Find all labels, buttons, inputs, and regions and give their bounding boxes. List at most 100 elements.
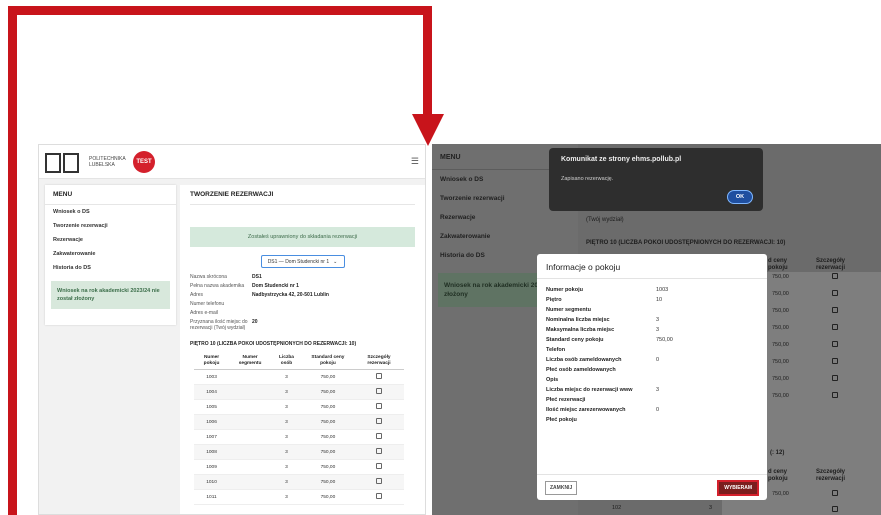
details-icon[interactable] [375, 448, 382, 454]
table-cell-persons: 3 [271, 369, 302, 385]
sidebar-item-wniosek[interactable]: Wniosek o DS [45, 205, 176, 219]
table-cell-room: 1004 [194, 384, 230, 400]
price-cell: 750,00 [772, 291, 789, 297]
details-icon[interactable] [832, 290, 838, 298]
info-row: Nazwa skrócona DS1 [190, 274, 262, 280]
field-label: Numer pokoju [546, 287, 583, 293]
details-icon[interactable] [832, 273, 838, 281]
table-row: 1006 3 750,00 [194, 414, 404, 430]
column-header: Standard ceny pokoju [301, 353, 354, 370]
details-icon[interactable] [832, 324, 838, 332]
room-number-cell: 102 [612, 505, 622, 511]
price-cell: 750,00 [772, 325, 789, 331]
details-icon[interactable] [832, 506, 838, 514]
sidebar-item-rezerwacje[interactable]: Rezerwacje [45, 233, 176, 247]
table-cell-room: 1010 [194, 474, 230, 490]
details-cell[interactable] [353, 384, 404, 400]
university-logo-icon [45, 151, 85, 173]
details-icon[interactable] [375, 388, 382, 394]
details-cell[interactable] [353, 444, 404, 460]
field-label: Numer segmentu [546, 307, 591, 313]
sidebar-item-zakwaterowanie[interactable]: Zakwaterowanie [432, 227, 578, 246]
red-arrow-line-right [423, 6, 432, 116]
details-icon[interactable] [375, 493, 382, 499]
details-icon[interactable] [375, 478, 382, 484]
table-row: 1011 3 750,00 [194, 489, 404, 505]
price-cell: 750,00 [772, 393, 789, 399]
table-row: 1005 3 750,00 [194, 399, 404, 415]
field-label: Opis [546, 377, 559, 383]
hamburger-menu-icon[interactable]: ☰ [411, 156, 419, 167]
floor-title: PIĘTRO 10 (LICZBA POKOI UDOSTĘPNIONYCH D… [586, 240, 786, 246]
success-alert: Zostałeś uprawniony do składania rezerwa… [190, 227, 415, 247]
table-cell-segment [229, 459, 272, 475]
close-button[interactable]: ZAMKNIJ [545, 480, 578, 495]
sidebar-item-historia[interactable]: Historia do DS [45, 261, 176, 275]
sidebar-menu: MENU Wniosek o DS Tworzenie rezerwacji R… [45, 185, 176, 325]
details-icon[interactable] [375, 418, 382, 424]
dormitory-info: Nazwa skrócona DS1 Pełna nazwa akademika D… [190, 274, 415, 331]
field-label: Standard ceny pokoju [546, 337, 604, 343]
right-screen: MENU Wniosek o DS Tworzenie rezerwacji R… [432, 144, 881, 515]
details-icon[interactable] [832, 490, 838, 498]
details-icon[interactable] [375, 463, 382, 469]
table-cell-persons: 3 [271, 399, 302, 415]
details-cell[interactable] [353, 399, 404, 415]
details-icon[interactable] [832, 358, 838, 366]
table-row: 1007 3 750,00 [194, 429, 404, 445]
details-cell[interactable] [353, 474, 404, 490]
price-cell: 750,00 [772, 491, 789, 497]
application-notice: Wniosek na rok akademicki 2023/24 nie zo… [51, 281, 170, 309]
sidebar-item-zakwaterowanie[interactable]: Zakwaterowanie [45, 247, 176, 261]
table-cell-room: 1003 [194, 369, 230, 385]
field-value: 3 [656, 387, 660, 393]
info-row: Numer telefonu [190, 301, 225, 307]
details-icon[interactable] [832, 341, 838, 349]
details-icon[interactable] [375, 433, 382, 439]
details-cell[interactable] [353, 369, 404, 385]
red-arrow-line-left [8, 6, 17, 515]
table-cell-price: 750,00 [301, 429, 354, 445]
table-cell-persons: 3 [271, 444, 302, 460]
app-header: POLITECHNIKA LUBELSKA TEST ☰ [39, 145, 425, 179]
table-cell-persons: 3 [271, 414, 302, 430]
select-room-button[interactable]: WYBIERAM [717, 479, 759, 496]
alert-ok-button[interactable]: OK [727, 190, 753, 204]
table-cell-room: 1006 [194, 414, 230, 430]
details-icon[interactable] [832, 392, 838, 400]
rooms-table: Numer pokoju Numer segmentu Liczba osób … [194, 353, 404, 505]
field-label: Płeć rezerwacji [546, 397, 586, 403]
details-icon[interactable] [832, 375, 838, 383]
details-cell[interactable] [353, 489, 404, 505]
table-cell-room: 1008 [194, 444, 230, 460]
modal-body: Numer pokoju 1003 Piętro 10 Numer segmentu No… [537, 279, 767, 424]
persons-cell: 3 [709, 505, 713, 511]
table-cell-price: 750,00 [301, 489, 354, 505]
details-cell[interactable] [353, 414, 404, 430]
field-value: 1003 [656, 287, 669, 293]
details-icon[interactable] [375, 403, 382, 409]
details-icon[interactable] [375, 373, 382, 379]
field-value: 0 [656, 407, 660, 413]
field-label: Liczba osób zameldowanych [546, 357, 622, 363]
chevron-down-icon: ⌄ [333, 258, 338, 265]
table-cell-persons: 3 [271, 489, 302, 505]
dormitory-select[interactable]: DS1 — Dom Studencki nr 1 ⌄ [260, 255, 345, 268]
table-cell-room: 1009 [194, 459, 230, 475]
modal-field-row: Liczba miejsc do rezerwacji www 3 [546, 387, 758, 394]
table-cell-persons: 3 [271, 459, 302, 475]
room-info-modal: Informacje o pokoju Numer pokoju 1003 Pięt… [537, 254, 767, 500]
sidebar-item-tworzenie-rezerwacji[interactable]: Tworzenie rezerwacji [45, 219, 176, 233]
modal-field-row: Nominalna liczba miejsc 3 [546, 317, 758, 324]
table-cell-price: 750,00 [301, 459, 354, 475]
details-icon[interactable] [832, 307, 838, 315]
table-cell-segment [229, 384, 272, 400]
modal-field-row: Standard ceny pokoju 750,00 [546, 337, 758, 344]
table-cell-price: 750,00 [301, 444, 354, 460]
column-header-price: d ceny pokoju [768, 258, 788, 271]
info-row: Przyznana ilość miejsc do rezerwacji (Tw… [190, 319, 258, 331]
details-cell[interactable] [353, 429, 404, 445]
details-cell[interactable] [353, 459, 404, 475]
browser-alert-dialog: Komunikat ze strony ehms.pollub.pl Zapis… [549, 148, 763, 211]
field-label: Piętro [546, 297, 562, 303]
